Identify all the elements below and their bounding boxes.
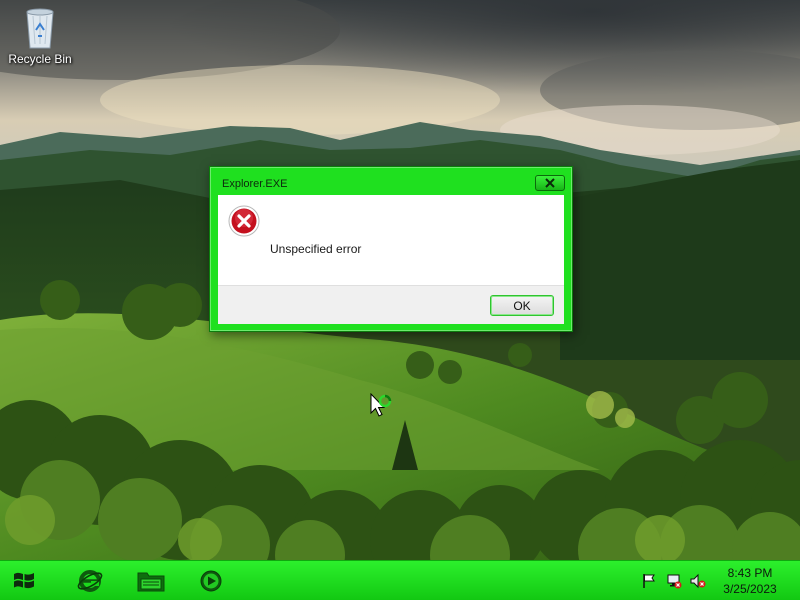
dialog-message: Unspecified error [270,242,362,256]
start-button[interactable] [2,564,46,598]
dialog-close-button[interactable] [535,175,565,191]
taskbar-internet-explorer-button[interactable] [71,564,109,598]
windows-logo-icon [14,572,34,589]
taskbar: 8:43 PM 3/25/2023 [0,560,800,600]
close-icon [545,178,555,188]
internet-explorer-icon [77,570,103,592]
dialog-title: Explorer.EXE [222,178,288,190]
desktop-icon-recycle-bin[interactable]: Recycle Bin [6,6,74,66]
folder-icon [137,572,165,592]
taskbar-clock[interactable]: 8:43 PM 3/25/2023 [716,565,784,597]
volume-muted-icon[interactable] [690,573,706,589]
action-center-flag-icon[interactable] [641,573,657,589]
error-dialog: Explorer.EXE Unspecified error OK [209,166,573,332]
ok-button[interactable]: OK [490,295,554,316]
taskbar-media-player-button[interactable] [192,564,230,598]
clock-time: 8:43 PM [727,566,773,580]
recycle-bin-icon [26,8,54,49]
error-icon [228,205,260,237]
desktop: Recycle Bin Explorer.EXE Unspecified err… [0,0,800,600]
clock-date: 3/25/2023 [723,582,777,596]
taskbar-windows-explorer-button[interactable] [132,564,170,598]
media-player-icon [200,570,222,592]
network-icon[interactable] [666,573,682,589]
dialog-body: Unspecified error [218,195,564,285]
busy-cursor-icon [370,393,392,417]
dialog-footer: OK [218,285,564,324]
desktop-icon-label: Recycle Bin [8,52,72,66]
